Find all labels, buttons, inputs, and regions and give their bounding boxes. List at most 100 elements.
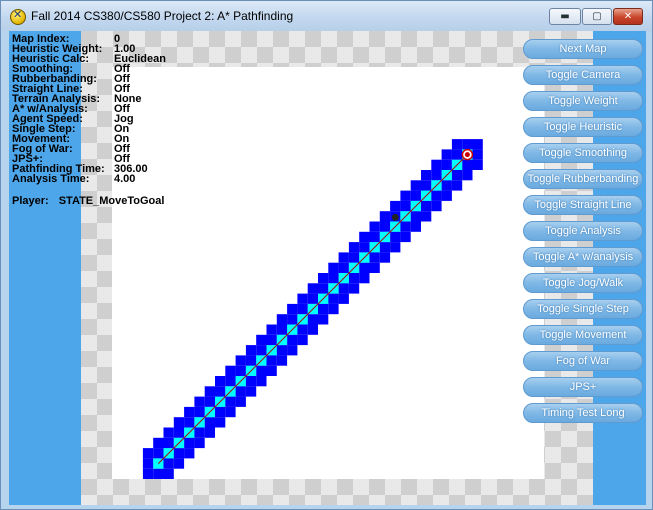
- open-list-cell: [297, 324, 308, 335]
- open-list-cell: [431, 170, 442, 181]
- open-list-cell: [225, 365, 236, 376]
- open-list-cell: [431, 190, 442, 201]
- minimize-icon: ▬: [560, 11, 570, 22]
- open-list-cell: [410, 180, 421, 191]
- open-list-cell: [462, 159, 473, 170]
- open-list-cell: [163, 468, 174, 479]
- player-state: STATE_MoveToGoal: [58, 195, 165, 207]
- open-list-cell: [256, 376, 267, 387]
- open-list-cell: [328, 273, 339, 284]
- close-button[interactable]: ✕: [613, 8, 643, 25]
- open-list-cell: [472, 159, 483, 170]
- open-list-cell: [451, 170, 463, 181]
- open-list-cell: [225, 396, 236, 407]
- open-list-cell: [245, 345, 257, 356]
- open-list-cell: [369, 221, 380, 232]
- open-list-cell: [307, 283, 318, 294]
- button-toggle-rubberbanding[interactable]: Toggle Rubberbanding: [523, 169, 643, 189]
- open-list-cell: [359, 262, 370, 273]
- agent-icon: [391, 213, 399, 221]
- open-list-cell: [472, 149, 483, 160]
- open-list-cell: [307, 314, 318, 325]
- open-list-cell: [421, 211, 432, 222]
- open-list-cell: [441, 190, 452, 201]
- button-toggle-a-w-analysis[interactable]: Toggle A* w/analysis: [523, 247, 643, 267]
- open-list-cell: [338, 262, 349, 273]
- open-list-cell: [256, 345, 267, 356]
- open-list-cell: [276, 345, 288, 356]
- open-list-cell: [328, 262, 339, 273]
- open-list-cell: [153, 468, 164, 479]
- title-bar[interactable]: Fall 2014 CS380/CS580 Project 2: A* Path…: [1, 1, 652, 31]
- open-list-cell: [276, 314, 288, 325]
- open-list-cell: [297, 293, 308, 304]
- maximize-icon: ▢: [592, 11, 602, 22]
- open-list-cell: [338, 283, 349, 294]
- info-value: 4.00: [114, 173, 136, 185]
- button-toggle-camera[interactable]: Toggle Camera: [523, 65, 643, 85]
- open-list-cell: [462, 170, 473, 181]
- open-list-cell: [328, 293, 339, 304]
- minimize-button[interactable]: ▬: [549, 8, 581, 25]
- open-list-cell: [318, 314, 329, 325]
- button-toggle-smoothing[interactable]: Toggle Smoothing: [523, 143, 643, 163]
- open-list-cell: [421, 180, 432, 191]
- open-list-cell: [318, 273, 329, 284]
- open-list-cell: [266, 334, 277, 346]
- open-list-cell: [390, 200, 401, 212]
- open-list-cell: [256, 334, 267, 346]
- open-list-cell: [421, 170, 432, 181]
- open-list-cell: [431, 159, 442, 170]
- open-list-cell: [348, 283, 360, 294]
- open-list-cell: [359, 242, 370, 253]
- open-list-cell: [441, 159, 452, 170]
- open-list-cell: [215, 417, 226, 428]
- open-list-cell: [225, 406, 236, 418]
- open-list-cell: [400, 200, 411, 212]
- open-list-cell: [287, 334, 298, 346]
- button-timing-test-long[interactable]: Timing Test Long: [523, 403, 643, 423]
- open-list-cell: [400, 221, 411, 232]
- open-list-cell: [142, 448, 154, 459]
- open-list-cell: [379, 252, 391, 263]
- open-list-cell: [359, 273, 370, 284]
- button-next-map[interactable]: Next Map: [523, 39, 643, 59]
- open-list-cell: [410, 221, 421, 232]
- open-list-cell: [173, 448, 185, 459]
- button-toggle-movement[interactable]: Toggle Movement: [523, 325, 643, 345]
- open-list-cell: [235, 355, 246, 366]
- open-list-cell: [379, 221, 391, 232]
- open-list-cell: [400, 231, 411, 243]
- button-toggle-analysis[interactable]: Toggle Analysis: [523, 221, 643, 241]
- open-list-cell: [451, 180, 463, 191]
- window-title: Fall 2014 CS380/CS580 Project 2: A* Path…: [31, 9, 294, 23]
- open-list-cell: [318, 303, 329, 315]
- button-toggle-straight-line[interactable]: Toggle Straight Line: [523, 195, 643, 215]
- open-list-cell: [245, 376, 257, 387]
- open-list-cell: [287, 345, 298, 356]
- button-toggle-weight[interactable]: Toggle Weight: [523, 91, 643, 111]
- maximize-button[interactable]: ▢: [582, 8, 612, 25]
- open-list-cell: [287, 314, 298, 325]
- open-list-cell: [328, 303, 339, 315]
- info-label: Analysis Time:: [12, 173, 90, 185]
- open-list-cell: [348, 242, 360, 253]
- game-viewport[interactable]: Map Index: 0 Heuristic Weight: 1.00 Heuristi…: [9, 31, 646, 505]
- app-window: Fall 2014 CS380/CS580 Project 2: A* Path…: [0, 0, 653, 510]
- open-list-cell: [194, 396, 205, 407]
- open-list-cell: [184, 448, 195, 459]
- open-list-cell: [235, 365, 246, 376]
- button-toggle-heuristic[interactable]: Toggle Heuristic: [523, 117, 643, 137]
- open-list-cell: [379, 242, 391, 253]
- open-list-cell: [287, 303, 298, 315]
- open-list-cell: [297, 303, 308, 315]
- button-toggle-single-step[interactable]: Toggle Single Step: [523, 299, 643, 319]
- open-list-cell: [215, 386, 226, 397]
- open-list-cell: [390, 231, 401, 243]
- open-list-cell: [400, 190, 411, 201]
- button-jps[interactable]: JPS+: [523, 377, 643, 397]
- path-line: [157, 154, 468, 464]
- button-toggle-jog-walk[interactable]: Toggle Jog/Walk: [523, 273, 643, 293]
- button-fog-of-war[interactable]: Fog of War: [523, 351, 643, 371]
- open-list-cell: [163, 427, 174, 438]
